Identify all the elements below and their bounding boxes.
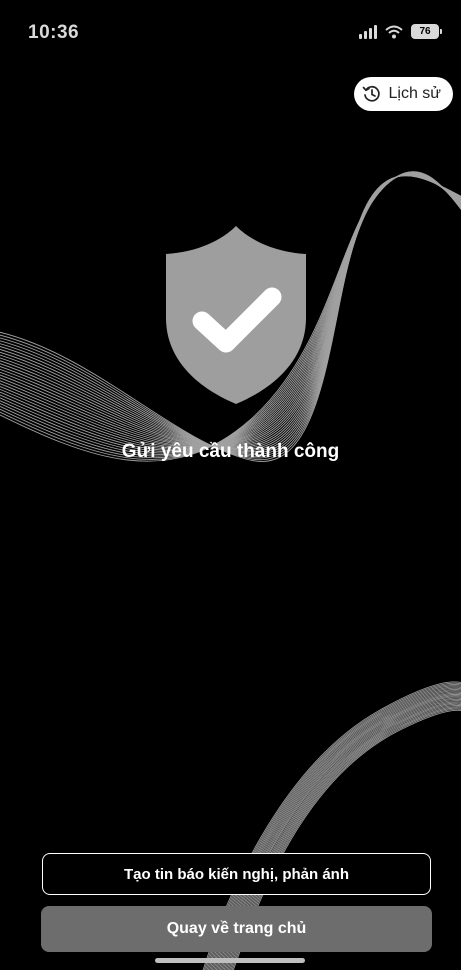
success-title: Gửi yêu cầu thành công bbox=[121, 441, 340, 462]
history-button[interactable]: Lịch sử bbox=[354, 77, 453, 111]
go-home-button[interactable]: Quay về trang chủ bbox=[41, 906, 432, 952]
status-time: 10:36 bbox=[28, 22, 80, 43]
create-report-button[interactable]: Tạo tin báo kiến nghị, phản ánh bbox=[42, 853, 431, 895]
cellular-signal-icon bbox=[359, 24, 377, 39]
wave-lines-background bbox=[0, 171, 461, 970]
history-icon bbox=[363, 85, 381, 102]
history-label: Lịch sử bbox=[388, 85, 441, 102]
status-bar: 10:36 76 bbox=[0, 0, 461, 60]
success-screen: 10:36 76 Lịch sử Gửi yêu cầu thành công … bbox=[0, 0, 461, 970]
shield-check-icon bbox=[166, 226, 306, 404]
battery-indicator: 76 bbox=[411, 24, 442, 39]
home-indicator bbox=[155, 958, 305, 963]
status-icons: 76 bbox=[359, 24, 442, 39]
wifi-icon bbox=[385, 25, 403, 38]
